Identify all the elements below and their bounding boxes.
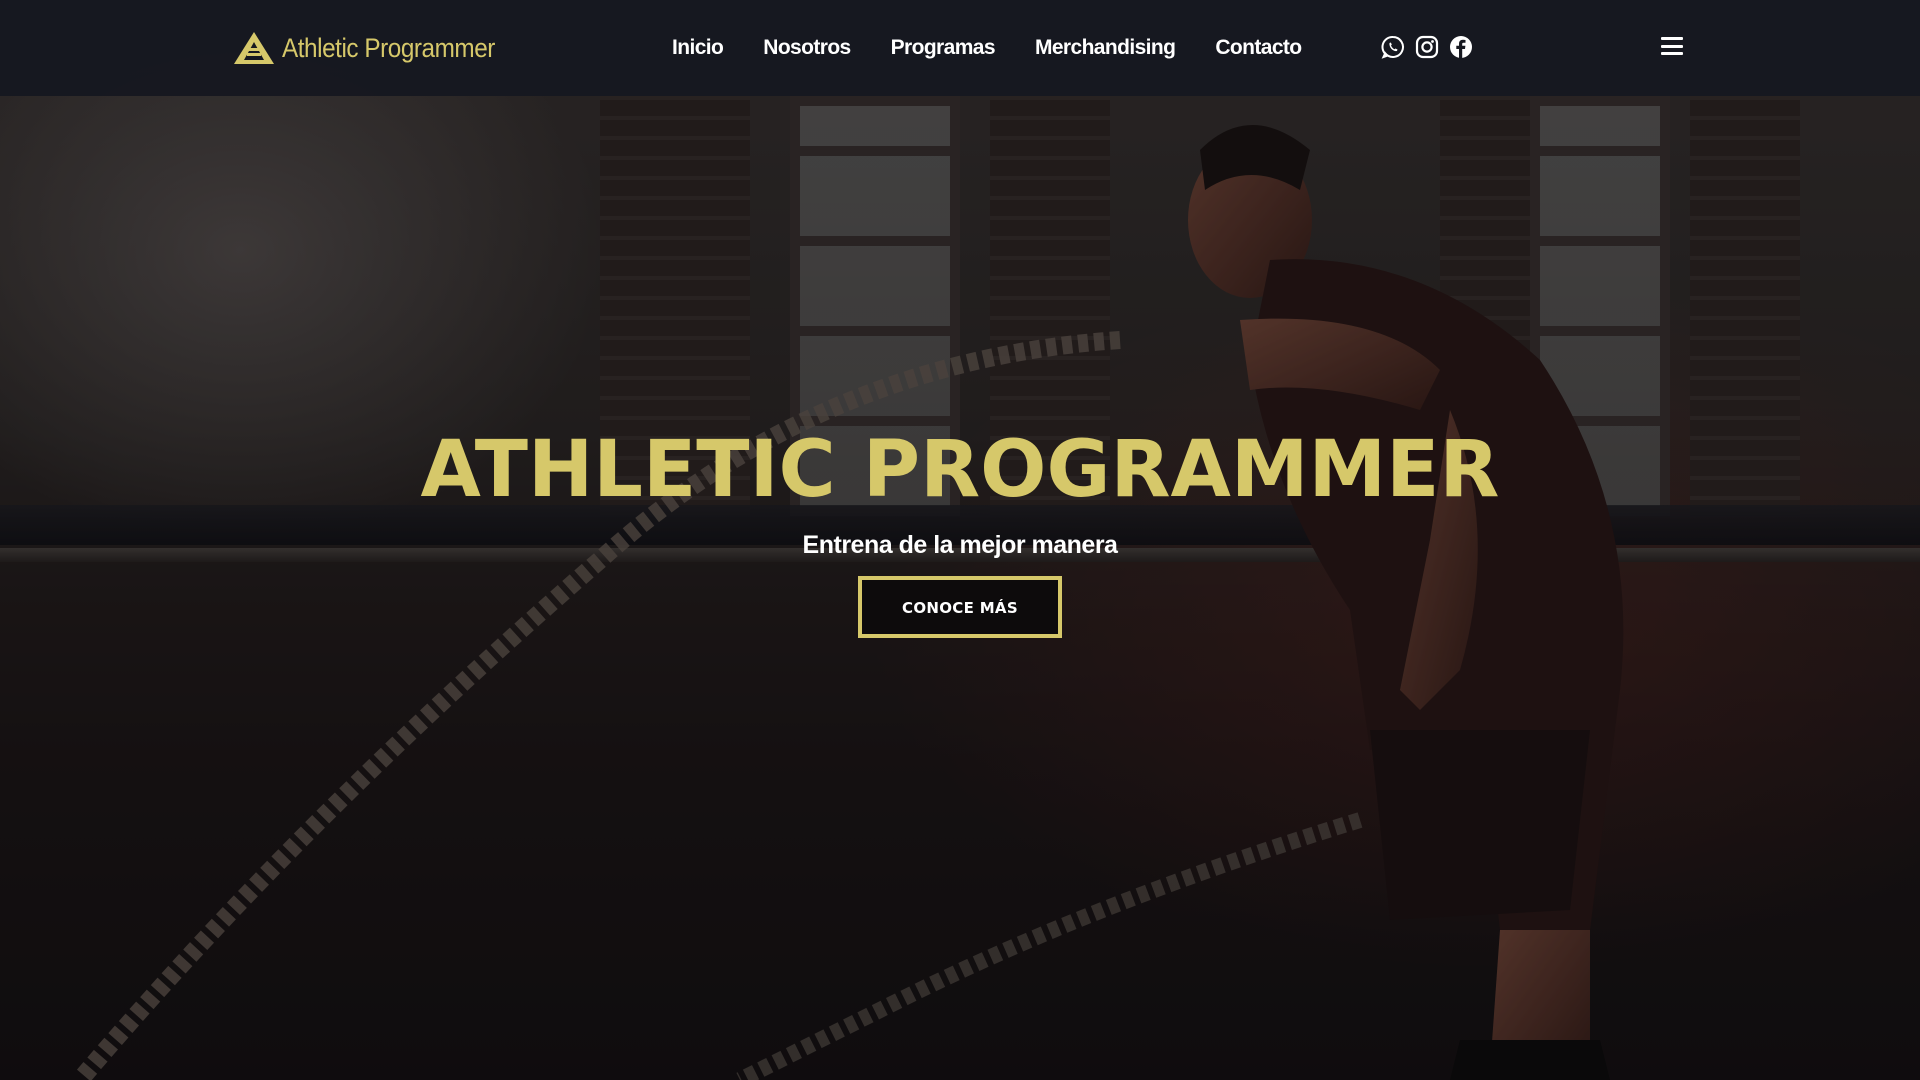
- hero-subtitle: Entrena de la mejor manera: [802, 531, 1118, 559]
- brand-name: Athletic Programmer: [282, 32, 495, 63]
- facebook-icon[interactable]: [1448, 34, 1474, 60]
- brand-link[interactable]: Athletic Programmer: [232, 26, 519, 70]
- nav-link-nosotros[interactable]: Nosotros: [763, 36, 851, 60]
- hero-section: ATHLETIC PROGRAMMER Entrena de la mejor …: [0, 420, 1920, 638]
- whatsapp-icon[interactable]: [1380, 34, 1406, 60]
- social-links: [1380, 32, 1474, 62]
- nav-link-contacto[interactable]: Contacto: [1215, 36, 1302, 60]
- nav-link-merchandising[interactable]: Merchandising: [1035, 36, 1176, 60]
- site-header: Athletic Programmer Inicio Nosotros Prog…: [0, 0, 1920, 96]
- instagram-icon[interactable]: [1414, 34, 1440, 60]
- conoce-mas-button[interactable]: CONOCE MÁS: [858, 576, 1062, 638]
- brand-logo-icon: [234, 32, 274, 64]
- nav-link-inicio[interactable]: Inicio: [672, 36, 724, 60]
- nav-link-programas[interactable]: Programas: [891, 36, 996, 60]
- hamburger-menu-icon[interactable]: [1660, 34, 1684, 58]
- hero-title: ATHLETIC PROGRAMMER: [420, 425, 1500, 515]
- main-nav: Inicio Nosotros Programas Merchandising …: [672, 28, 1342, 68]
